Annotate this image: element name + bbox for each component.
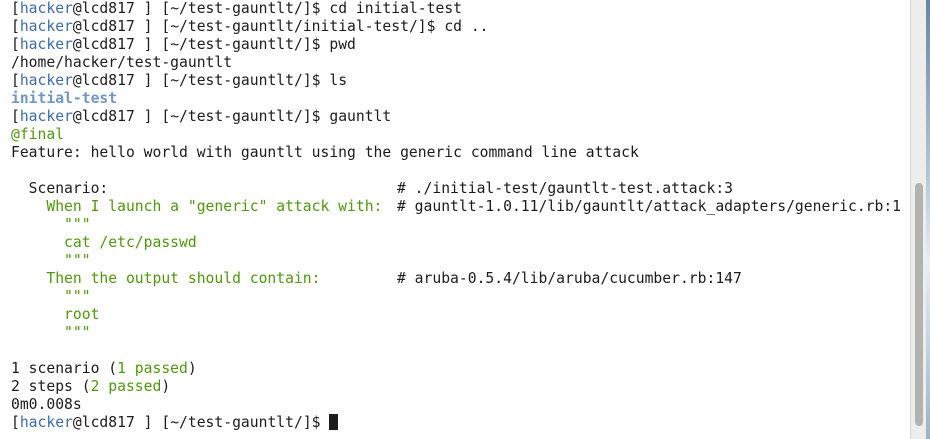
step-summary: 2 steps (2 passed) — [11, 378, 910, 396]
prompt-host: @lcd817 — [72, 0, 135, 17]
prompt-user: hacker — [19, 18, 73, 35]
prompt-dir: ~/test-gauntlt/ — [170, 414, 303, 431]
terminal-line: [hacker@lcd817 ] [~/test-gauntlt/]$ gaun… — [11, 108, 910, 126]
command-text: cd .. — [444, 18, 489, 35]
prompt-bracket: [ — [11, 414, 20, 431]
prompt-user: hacker — [19, 414, 73, 431]
docstring-quote: """ — [11, 252, 91, 269]
desktop-background — [926, 0, 930, 439]
feature-tag: @final — [11, 126, 65, 143]
step-comment: # aruba-0.5.4/lib/aruba/cucumber.rb:147 — [397, 270, 742, 287]
feature-title: Feature: hello world with gauntlt using … — [11, 144, 639, 161]
scenario-summary: 1 scenario (1 passed) — [11, 360, 910, 378]
prompt-dir: ~/test-gauntlt/ — [170, 36, 303, 53]
docstring-quote: """ — [11, 324, 91, 341]
step-line: Then the output should contain: # aruba-0… — [11, 270, 910, 288]
prompt-end: ]$ — [302, 72, 330, 89]
prompt-user: hacker — [19, 0, 73, 17]
terminal-line: [hacker@lcd817 ] [~/test-gauntlt/initial… — [11, 18, 910, 36]
prompt-separator: ] [ — [134, 18, 171, 35]
step-line: When I launch a "generic" attack with: # … — [11, 198, 910, 216]
scrollbar-thumb[interactable] — [915, 183, 923, 426]
command-text: pwd — [329, 36, 356, 53]
prompt-bracket: [ — [11, 36, 20, 53]
summary-prefix: 2 steps ( — [11, 378, 91, 395]
passed-count: 2 passed — [90, 378, 162, 395]
scenario-line: Scenario: # ./initial-test/gauntlt-test.a… — [11, 180, 910, 198]
prompt-separator: ] [ — [134, 0, 171, 17]
summary-suffix: ) — [187, 360, 197, 377]
scenario-label: Scenario: — [11, 180, 109, 197]
prompt-user: hacker — [19, 72, 73, 89]
summary-prefix: 1 scenario ( — [11, 360, 118, 377]
prompt-bracket: [ — [11, 18, 20, 35]
terminal-window[interactable]: [hacker@lcd817 ] [~/test-gauntlt/]$ cd i… — [0, 0, 910, 439]
prompt-separator: ] [ — [134, 108, 171, 125]
prompt-separator: ] [ — [134, 36, 171, 53]
prompt-bracket: [ — [11, 0, 20, 17]
docstring-quote: """ — [11, 288, 91, 305]
docstring-body: cat /etc/passwd — [11, 234, 197, 251]
prompt-dir: ~/test-gauntlt/initial-test/ — [170, 18, 418, 35]
directory-listing-entry: initial-test — [11, 90, 118, 107]
prompt-host: @lcd817 — [72, 18, 135, 35]
command-text: cd initial-test — [329, 0, 462, 17]
terminal-line: [hacker@lcd817 ] [~/test-gauntlt/]$ pwd — [11, 36, 910, 54]
prompt-dir: ~/test-gauntlt/ — [170, 0, 303, 17]
prompt-user: hacker — [19, 36, 73, 53]
prompt-dir: ~/test-gauntlt/ — [170, 72, 303, 89]
prompt-host: @lcd817 — [72, 108, 135, 125]
prompt-separator: ] [ — [134, 72, 171, 89]
prompt-bracket: [ — [11, 72, 20, 89]
text-cursor — [329, 414, 339, 430]
docstring-quote: """ — [11, 216, 91, 233]
step-comment: # gauntlt-1.0.11/lib/gauntlt/attack_adap… — [397, 198, 902, 215]
step-text: Then the output should contain: — [11, 270, 321, 287]
command-text: ls — [329, 72, 348, 89]
prompt-dir: ~/test-gauntlt/ — [170, 108, 303, 125]
command-output: /home/hacker/test-gauntlt — [11, 54, 233, 71]
scenario-comment: # ./initial-test/gauntlt-test.attack:3 — [397, 180, 734, 197]
command-text: gauntlt — [329, 108, 392, 125]
vertical-scrollbar[interactable] — [910, 0, 926, 439]
summary-suffix: ) — [161, 378, 171, 395]
prompt-user: hacker — [19, 108, 73, 125]
prompt-host: @lcd817 — [72, 36, 135, 53]
prompt-end: ]$ — [417, 18, 445, 35]
elapsed-time: 0m0.008s — [11, 396, 82, 413]
prompt-end: ]$ — [302, 414, 330, 431]
terminal-line: [hacker@lcd817 ] [~/test-gauntlt/]$ — [11, 414, 910, 432]
prompt-end: ]$ — [302, 0, 330, 17]
prompt-host: @lcd817 — [72, 72, 135, 89]
prompt-end: ]$ — [302, 36, 330, 53]
docstring-body: root — [11, 306, 100, 323]
passed-count: 1 passed — [117, 360, 188, 377]
terminal-line: [hacker@lcd817 ] [~/test-gauntlt/]$ ls — [11, 72, 910, 90]
step-text: When I launch a "generic" attack with: — [11, 198, 383, 215]
terminal-line: [hacker@lcd817 ] [~/test-gauntlt/]$ cd i… — [11, 0, 910, 18]
prompt-end: ]$ — [302, 108, 330, 125]
prompt-separator: ] [ — [134, 414, 171, 431]
prompt-host: @lcd817 — [72, 414, 135, 431]
prompt-bracket: [ — [11, 108, 20, 125]
